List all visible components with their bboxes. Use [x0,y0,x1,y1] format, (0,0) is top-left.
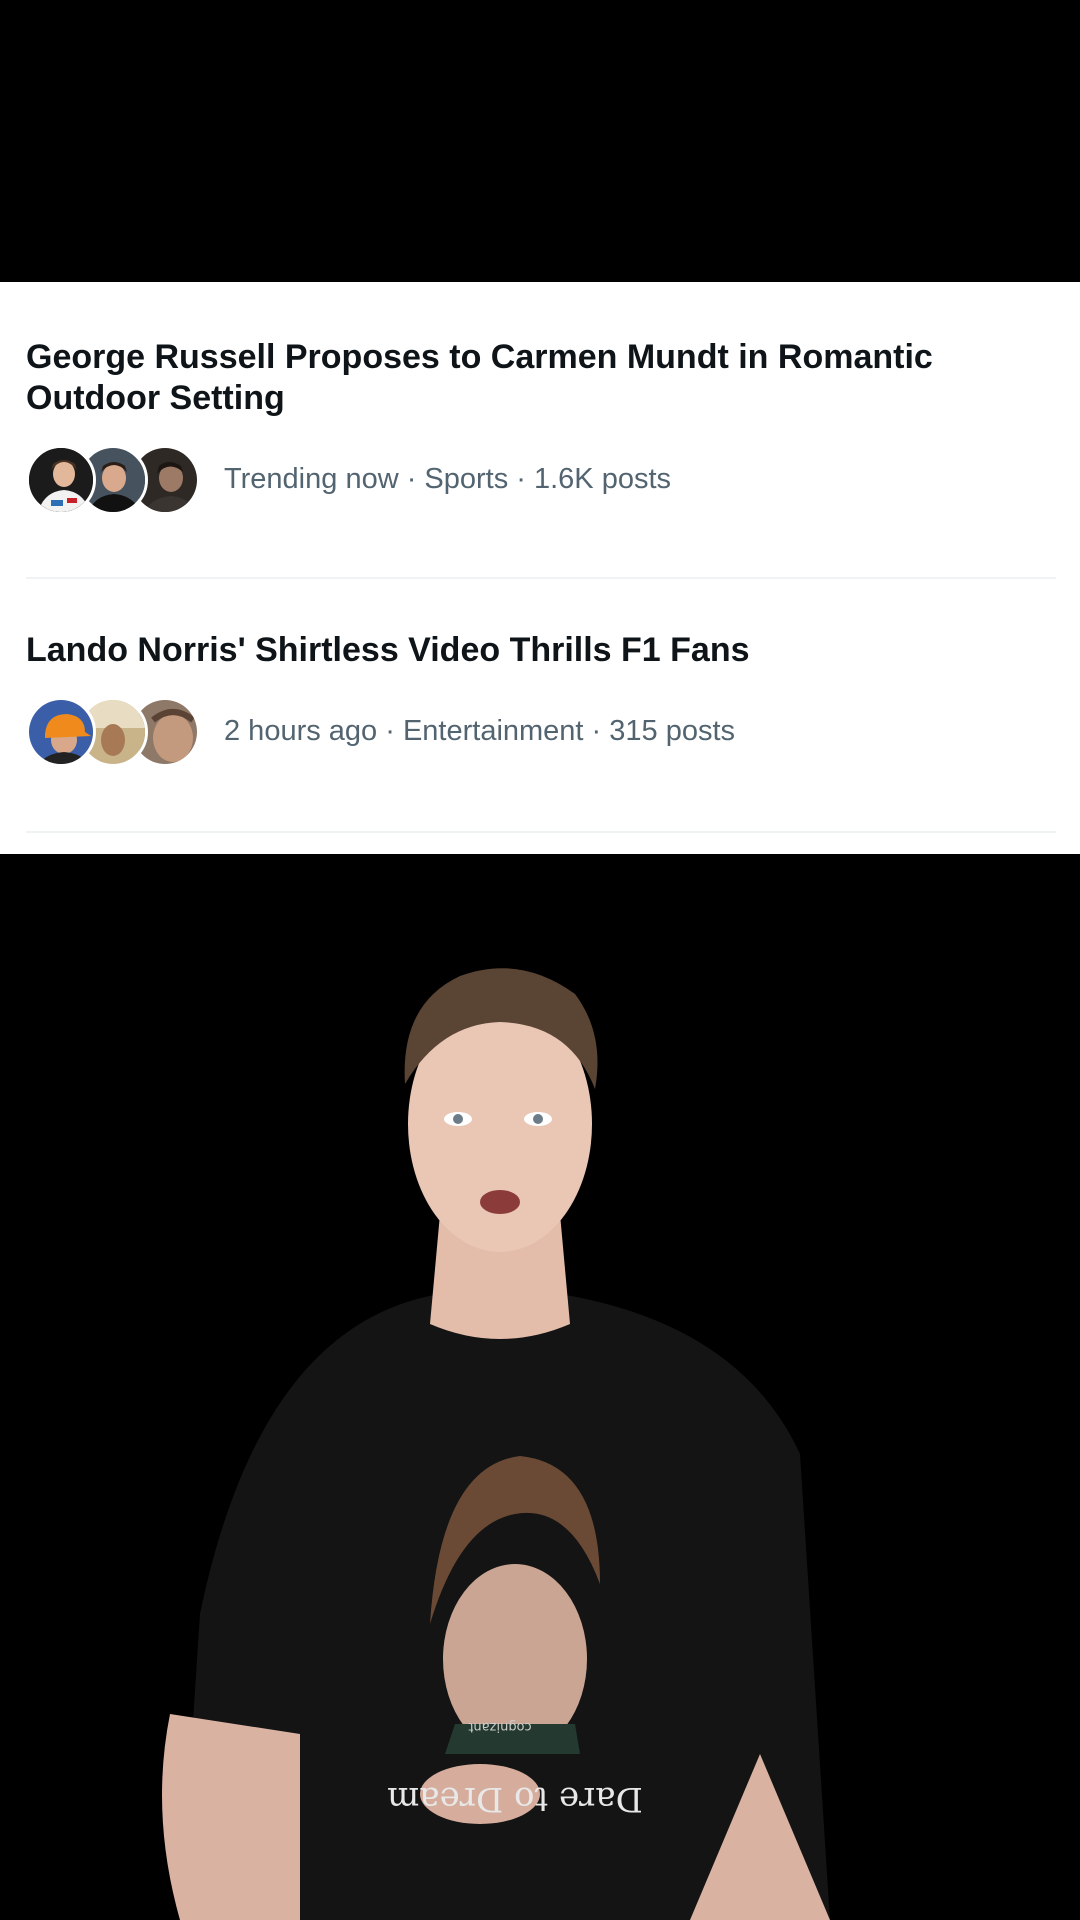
trend-title[interactable]: Lando Norris' Shirtless Video Thrills F1… [26,630,1056,671]
orange-cap-avatar-icon [26,697,96,767]
trend-avatars [26,693,202,769]
presenter-image: Dare to Dream cognizant [162,968,830,1920]
trend-meta: Trending now · Sports · 1.6K posts [224,462,672,495]
shirt-print-text: Dare to Dream [387,1779,643,1819]
trend-divider [26,577,1056,579]
shirt-brand-text: cognizant [468,1719,531,1734]
video-top-letterbox [0,0,1080,282]
trend-avatars [26,441,202,517]
trend-item[interactable]: Lando Norris' Shirtless Video Thrills F1… [26,630,1056,769]
racer-avatar-icon [26,445,96,515]
trending-panel: George Russell Proposes to Carmen Mundt … [0,282,1080,854]
trend-item[interactable]: George Russell Proposes to Carmen Mundt … [26,337,1056,517]
trend-divider [26,831,1056,833]
trend-meta-row: 2 hours ago · Entertainment · 315 posts [26,693,1056,769]
trend-title[interactable]: George Russell Proposes to Carmen Mundt … [26,337,1056,419]
video-frame[interactable]: Dare to Dream cognizant [0,854,1080,1920]
trend-meta-row: Trending now · Sports · 1.6K posts [26,441,1056,517]
trend-meta: 2 hours ago · Entertainment · 315 posts [224,714,736,747]
